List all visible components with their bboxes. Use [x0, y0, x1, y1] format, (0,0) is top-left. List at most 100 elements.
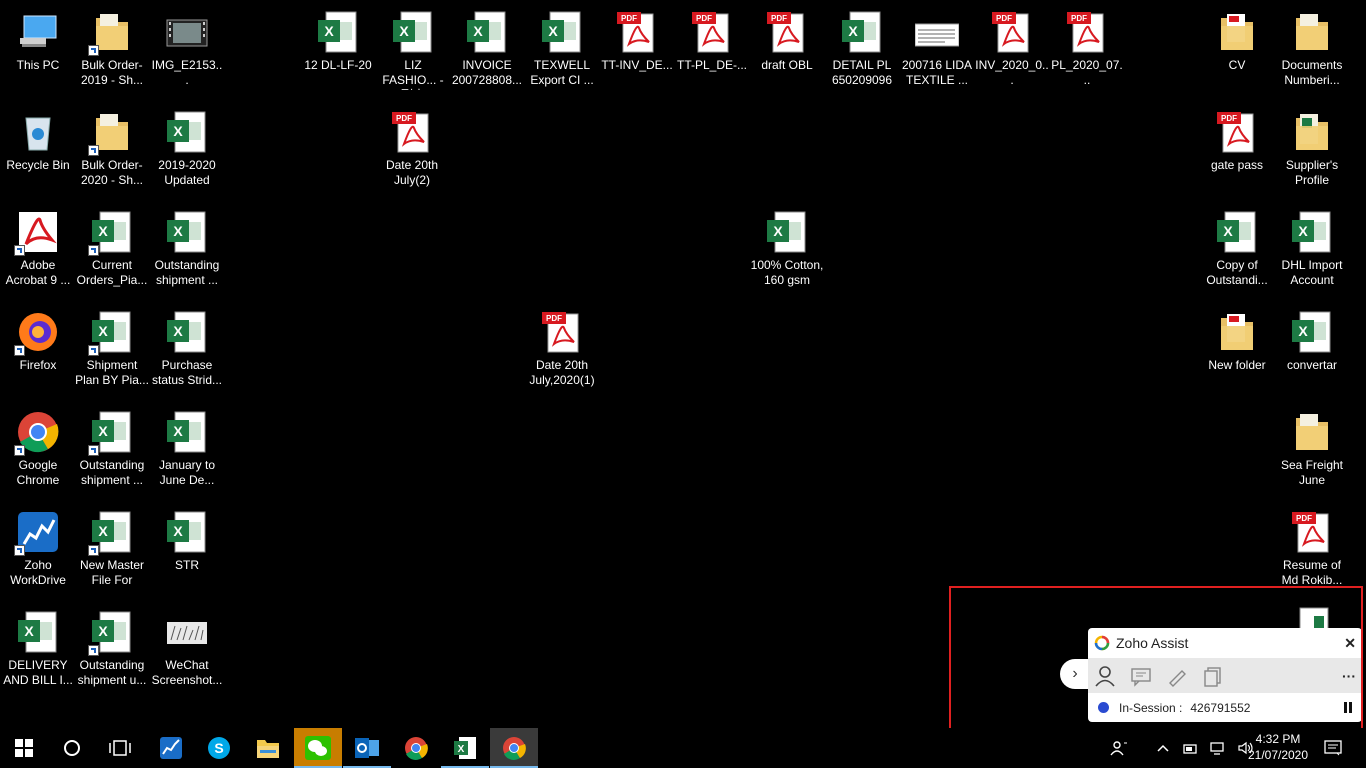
shortcut-arrow-icon — [88, 645, 99, 656]
desktop-icon-recycle-bin[interactable]: Recycle Bin — [1, 104, 75, 200]
user-icon[interactable] — [1094, 665, 1116, 687]
zoho-collapse-toggle[interactable]: › — [1060, 659, 1090, 689]
svg-text:X: X — [173, 323, 183, 339]
desktop-icon-adobe-acrobat[interactable]: Adobe Acrobat 9 ... — [1, 204, 75, 300]
desktop-icon-wechat-screenshot[interactable]: WeChat Screenshot... — [150, 604, 224, 700]
desktop-icon-date-20th-july-2[interactable]: PDF Date 20th July(2) — [375, 104, 449, 200]
desktop-icon-texwell[interactable]: X TEXWELL Export CI ... — [525, 4, 599, 100]
pdf-file-icon: PDF — [390, 110, 434, 154]
desktop-icon-cv[interactable]: CV — [1200, 4, 1274, 100]
start-button[interactable] — [0, 728, 48, 768]
desktop-icon-label: Google Chrome — [16, 458, 60, 487]
desktop-icon-label: Bulk Order-2020 - Sh... — [80, 158, 144, 187]
excel-file-icon: X — [1215, 210, 1259, 254]
desktop-icon-this-pc[interactable]: This PC — [1, 4, 75, 100]
desktop-icon-google-chrome[interactable]: Google Chrome — [1, 404, 75, 500]
excel-file-icon: X — [540, 10, 584, 54]
svg-text:X: X — [324, 23, 334, 39]
desktop-icon-inv-2020[interactable]: PDF INV_2020_0... — [975, 4, 1049, 100]
document-image-icon — [914, 10, 960, 54]
desktop-icon-outstanding-shipment-u[interactable]: X Outstanding shipment u... — [75, 604, 149, 700]
desktop-icon-copy-of-outstanding[interactable]: X Copy of Outstandi... — [1200, 204, 1274, 300]
folder-icon — [1290, 110, 1334, 154]
people-icon[interactable] — [1110, 740, 1128, 756]
desktop-icon-tt-inv[interactable]: PDF TT-INV_DE... — [600, 4, 674, 100]
desktop-icon-outstanding-shipment-1[interactable]: X Outstanding shipment ... — [150, 204, 224, 300]
taskbar-clock[interactable]: 4:32 PM 21/07/2020 — [1240, 731, 1316, 765]
chrome-icon — [405, 737, 428, 760]
taskbar-outlook[interactable] — [343, 728, 391, 768]
annotate-pen-icon[interactable] — [1166, 665, 1188, 687]
taskbar-wechat[interactable] — [294, 728, 342, 768]
svg-text:PDF: PDF — [621, 14, 637, 23]
clipboard-icon[interactable] — [1202, 665, 1224, 687]
desktop-icon-sea-freight-june[interactable]: Sea Freight June — [1275, 404, 1349, 500]
desktop-icon-gate-pass[interactable]: PDF gate pass — [1200, 104, 1274, 200]
desktop-icon-bulk-order-2019[interactable]: Bulk Order-2019 - Sh... — [75, 4, 149, 100]
svg-text:X: X — [1298, 323, 1308, 339]
desktop-icon-partially-hidden[interactable] — [1292, 606, 1332, 630]
desktop-icon-january-to-june[interactable]: X January to June De... — [150, 404, 224, 500]
excel-file-icon: X — [88, 310, 134, 356]
close-icon[interactable]: ✕ — [1344, 635, 1356, 652]
desktop-icon-new-master-file[interactable]: X New Master File For Dec... — [75, 504, 149, 600]
desktop-icon-2019-2020-updated[interactable]: X 2019-2020 Updated — [150, 104, 224, 200]
desktop-icon-documents-numbering[interactable]: Documents Numberi... — [1275, 4, 1349, 100]
desktop-icon-lida-textile[interactable]: 200716 LIDA TEXTILE ... — [900, 4, 974, 100]
folder-icon — [1290, 410, 1334, 454]
desktop-icon-label: Zoho WorkDrive — [10, 558, 66, 587]
network-icon[interactable] — [1210, 741, 1226, 755]
desktop-icon-liz-fashion[interactable]: X LIZ FASHIO... - 副本 — [376, 4, 450, 100]
desktop-icon-label: STR — [175, 558, 199, 572]
desktop-icon-firefox[interactable]: Firefox — [1, 304, 75, 400]
chat-icon[interactable] — [1130, 665, 1152, 687]
desktop-icon-pl-2020[interactable]: PDF PL_2020_07... — [1050, 4, 1124, 100]
desktop-icon-suppliers-profile[interactable]: Supplier's Profile — [1275, 104, 1349, 200]
desktop-icon-current-orders[interactable]: X Current Orders_Pia... — [75, 204, 149, 300]
desktop-icon-new-folder[interactable]: New folder — [1200, 304, 1274, 400]
desktop-icon-delivery-and-bill[interactable]: X DELIVERY AND BILL I... — [1, 604, 75, 700]
excel-file-icon: X — [165, 410, 209, 454]
desktop-icon-outstanding-shipment-2[interactable]: X Outstanding shipment ... — [75, 404, 149, 500]
taskbar-zoho-workdrive[interactable] — [147, 728, 195, 768]
desktop-icon-date-20th-july-2020[interactable]: PDF Date 20th July,2020(1) — [525, 304, 599, 400]
desktop-icon-zoho-workdrive[interactable]: Zoho WorkDrive — [1, 504, 75, 600]
desktop-icon-shipment-plan[interactable]: X Shipment Plan BY Pia... — [75, 304, 149, 400]
taskbar-file-explorer[interactable] — [244, 728, 292, 768]
taskbar-chrome-active[interactable] — [490, 728, 538, 768]
task-view-button[interactable] — [96, 728, 144, 768]
excel-file-icon: X — [165, 210, 209, 254]
desktop-icon-12-dl-lf-20[interactable]: X 12 DL-LF-20 — [301, 4, 375, 100]
taskbar-chrome[interactable] — [392, 728, 440, 768]
desktop-icon-label: PL_2020_07... — [1051, 58, 1123, 87]
excel-file-icon: X — [391, 10, 435, 54]
svg-text:X: X — [773, 223, 783, 239]
taskbar-excel[interactable]: X — [441, 728, 489, 768]
desktop-icon-label: Documents Numberi... — [1281, 58, 1343, 87]
search-button[interactable] — [48, 728, 96, 768]
pdf-file-icon: PDF — [765, 10, 809, 54]
desktop-icon-tt-pl[interactable]: PDF TT-PL_DE-... — [675, 4, 749, 100]
desktop-icon-detail-pl[interactable]: X DETAIL PL 650209096 — [825, 4, 899, 100]
chevron-up-icon[interactable] — [1156, 742, 1170, 754]
desktop-icon-cotton-160gsm[interactable]: X 100% Cotton, 160 gsm — [745, 204, 829, 300]
shortcut-arrow-icon — [14, 445, 25, 456]
taskbar-skype[interactable]: S — [195, 728, 243, 768]
desktop-icon-label: draft OBL — [761, 58, 813, 72]
pause-icon[interactable] — [1344, 702, 1352, 713]
desktop-icon-invoice[interactable]: X INVOICE 200728808... — [450, 4, 524, 100]
desktop-icon-str[interactable]: X STR — [150, 504, 224, 600]
desktop-icon-convertar[interactable]: X convertar — [1275, 304, 1349, 400]
desktop-icon-resume[interactable]: PDF Resume of Md Rokib... — [1275, 504, 1349, 600]
desktop-icon-purchase-status[interactable]: X Purchase status Strid... — [150, 304, 224, 400]
desktop-icon-bulk-order-2020[interactable]: Bulk Order-2020 - Sh... — [75, 104, 149, 200]
battery-icon[interactable] — [1182, 741, 1198, 755]
more-options-icon[interactable]: ··· — [1342, 668, 1356, 684]
taskbar: S X 4:32 PM 21/07/2020 — [0, 728, 1366, 768]
desktop-icon-dhl-import-account[interactable]: X DHL Import Account — [1275, 204, 1349, 300]
desktop-icon-img-e2153[interactable]: IMG_E2153... — [150, 4, 224, 100]
svg-text:X: X — [1298, 223, 1308, 239]
desktop-icon-draft-obl[interactable]: PDF draft OBL — [750, 4, 824, 100]
excel-file-icon: X — [165, 510, 209, 554]
action-center-button[interactable] — [1318, 728, 1348, 768]
